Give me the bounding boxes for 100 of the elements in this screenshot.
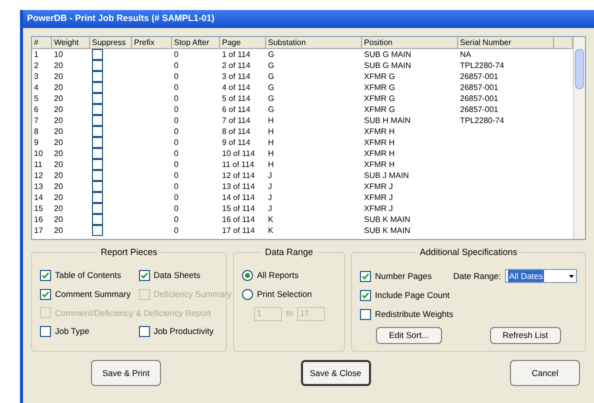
checkbox[interactable] [360, 290, 371, 301]
table-cell-text: 15 of 114 [221, 203, 256, 214]
table-cell-text: 0 [173, 181, 180, 192]
table-cell-text: 12 of 114 [221, 170, 256, 181]
checkbox[interactable] [92, 60, 103, 71]
scrollbar[interactable] [573, 37, 585, 239]
checkmark-icon [42, 272, 49, 279]
table-cell-text: 26857-001 [459, 93, 500, 104]
table-cell-text: SUB G MAIN [363, 60, 412, 71]
table-cell-text: H [267, 126, 275, 137]
table-cell-text: SUB K MAIN [363, 214, 412, 225]
checkbox[interactable] [40, 288, 51, 300]
column-header[interactable]: # [32, 37, 52, 48]
checkmark-icon [140, 272, 148, 279]
checkbox[interactable] [138, 326, 150, 338]
table-cell-text: 7 of 114 [221, 115, 252, 126]
table-cell-text: 20 [53, 225, 64, 236]
date-range-label: Date Range: [453, 270, 501, 282]
table-cell-text: 2 of 114 [221, 60, 252, 71]
column-header[interactable]: Prefix [132, 37, 172, 48]
column-header[interactable]: Suppress [90, 37, 132, 48]
table-cell-text: H [267, 148, 275, 159]
option-label: Comment Summary [55, 288, 131, 300]
table-cell-text: 0 [173, 60, 180, 71]
table-cell-text: 20 [53, 82, 64, 93]
table-cell-text: 20 [53, 126, 64, 137]
checkbox[interactable] [92, 148, 103, 159]
group-title: Data Range [260, 246, 318, 260]
dialog-button[interactable]: Save & Print [91, 360, 161, 386]
table-cell-text: J [267, 181, 273, 192]
column-header[interactable]: Weight [52, 37, 90, 48]
checkbox[interactable] [40, 270, 51, 281]
checkbox[interactable] [92, 49, 103, 60]
column-header[interactable]: Page [220, 37, 266, 48]
option-label: Deficiency Summary [154, 288, 232, 300]
table-cell-text: 0 [173, 214, 180, 225]
table-cell-text: 13 of 114 [221, 181, 256, 192]
column-header[interactable]: Serial Number [458, 37, 554, 48]
date-range-dropdown[interactable]: All Dates [505, 269, 577, 283]
table-cell-text: 0 [173, 71, 180, 82]
column-header[interactable]: Substation [266, 37, 362, 48]
column-header[interactable]: Stop After [172, 37, 220, 48]
table-cell-text: XFMR G [363, 71, 396, 82]
checkbox[interactable] [92, 137, 103, 148]
table-cell-text: SUB J MAIN [363, 170, 410, 181]
table-cell-text: XFMR J [363, 181, 394, 192]
checkbox[interactable] [360, 308, 371, 320]
table-cell-text: 0 [173, 137, 180, 148]
checkbox[interactable] [92, 214, 103, 225]
table-cell-text: 0 [173, 93, 180, 104]
checkbox[interactable] [92, 115, 103, 126]
column-header[interactable]: Position [362, 37, 458, 48]
dialog-button[interactable]: Cancel [510, 360, 580, 386]
range-separator: to [286, 307, 294, 320]
table-cell-text: 2 [33, 60, 40, 71]
table-cell-text: H [267, 159, 275, 170]
table-cell-text: 9 [33, 137, 40, 148]
radio-button[interactable] [242, 270, 253, 281]
checkbox[interactable] [92, 126, 103, 137]
table-cell-text: 20 [53, 93, 64, 104]
table-cell-text: 16 of 114 [221, 214, 256, 225]
list-button[interactable]: Edit Sort... [376, 326, 442, 344]
list-button[interactable]: Refresh List [490, 326, 561, 344]
table-cell-text: XFMR G [363, 104, 396, 115]
checkbox[interactable] [92, 93, 103, 104]
checkbox[interactable] [92, 170, 103, 181]
dialog-button[interactable]: Save & Close [300, 360, 370, 386]
table-cell-text: H [267, 115, 275, 126]
table-cell-text: 10 of 114 [221, 148, 256, 159]
table-cell-text: XFMR H [363, 126, 396, 137]
checkbox[interactable] [92, 82, 103, 93]
table-cell-text: XFMR H [363, 159, 396, 170]
radio-button[interactable] [242, 288, 253, 300]
checkbox[interactable] [92, 192, 103, 203]
table-cell-text: 5 [33, 93, 40, 104]
table-cell-text: SUB K MAIN [363, 225, 412, 236]
table-cell-text: 11 of 114 [221, 159, 256, 170]
checkbox[interactable] [360, 270, 371, 282]
checkbox[interactable] [92, 104, 103, 115]
table-cell-text: 20 [53, 60, 64, 71]
table-cell-text: SUB H MAIN [363, 115, 412, 126]
table-cell-text: 20 [53, 192, 64, 203]
table-cell-text: 7 [33, 115, 40, 126]
checkbox[interactable] [92, 71, 103, 82]
table-cell-text: 20 [53, 170, 64, 181]
checkbox[interactable] [92, 159, 103, 170]
table-cell-text: 20 [53, 71, 64, 82]
checkbox[interactable] [138, 270, 150, 281]
table-cell-text: 17 [33, 225, 44, 236]
table-cell-text: 9 of 114 [221, 137, 252, 148]
table-cell-text: 0 [173, 126, 180, 137]
checkbox[interactable] [92, 181, 103, 192]
checkbox[interactable] [92, 203, 103, 214]
table-cell-text: 15 [33, 203, 44, 214]
table-cell-text: J [267, 203, 273, 214]
checkbox[interactable] [40, 326, 51, 338]
table-cell-text: NA [459, 49, 472, 60]
table-cell-text: 0 [173, 192, 180, 203]
table-cell-text: 26857-001 [459, 82, 500, 93]
checkbox[interactable] [92, 225, 103, 236]
